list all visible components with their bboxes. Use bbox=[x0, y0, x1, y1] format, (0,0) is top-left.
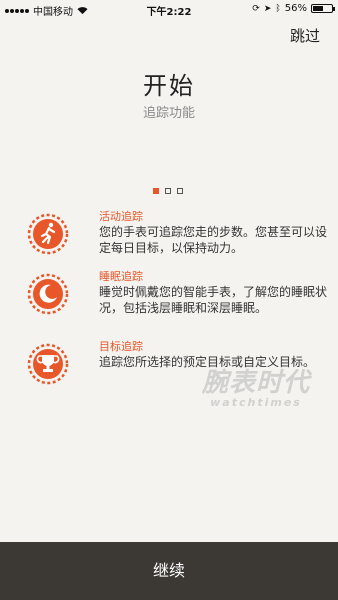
continue-button[interactable]: 继续 bbox=[0, 542, 338, 600]
feature-description: 您的手表可追踪您走的步数。您甚至可以设定每日目标，以保持动力。 bbox=[99, 225, 328, 255]
trophy-icon bbox=[27, 343, 69, 385]
battery-percent: 56% bbox=[284, 3, 307, 14]
status-right: ⟳ ➤ ᛒ 56% bbox=[252, 3, 335, 14]
running-person-icon bbox=[27, 213, 69, 255]
page-dot[interactable] bbox=[177, 188, 183, 194]
skip-button[interactable]: 跳过 bbox=[290, 25, 320, 46]
feature-title: 目标追踪 bbox=[99, 340, 143, 353]
watermark-cn: 腕表时代 bbox=[201, 368, 310, 398]
lock-rotation-icon: ⟳ bbox=[252, 3, 260, 14]
moon-icon bbox=[27, 273, 69, 315]
page-dot[interactable] bbox=[153, 188, 159, 194]
feature-activity-tracking: 活动追踪 您的手表可追踪您走的步数。您甚至可以设定每日目标，以保持动力。 bbox=[27, 208, 327, 268]
feature-description: 睡觉时佩戴您的智能手表，了解您的睡眠状况，包括浅层睡眠和深层睡眠。 bbox=[99, 285, 328, 315]
bluetooth-icon: ᛒ bbox=[275, 3, 281, 14]
battery-icon bbox=[311, 4, 335, 13]
page-title: 开始 bbox=[143, 72, 195, 100]
location-icon: ➤ bbox=[263, 3, 272, 14]
page-dot[interactable] bbox=[165, 188, 171, 194]
watermark-en: watchtimes bbox=[210, 396, 302, 409]
page-indicator bbox=[153, 188, 183, 194]
watermark-logo: 腕表时代 watchtimes bbox=[196, 362, 316, 409]
page-subtitle: 追踪功能 bbox=[142, 106, 195, 121]
feature-sleep-tracking: 睡眠追踪 睡觉时佩戴您的智能手表，了解您的睡眠状况，包括浅层睡眠和深层睡眠。 bbox=[27, 268, 327, 328]
status-bar: 中国移动 下午2:22 ⟳ ➤ ᛒ 56% bbox=[0, 0, 338, 18]
battery-level-fill bbox=[313, 6, 324, 11]
feature-title: 睡眠追踪 bbox=[99, 270, 143, 283]
feature-title: 活动追踪 bbox=[99, 210, 143, 223]
